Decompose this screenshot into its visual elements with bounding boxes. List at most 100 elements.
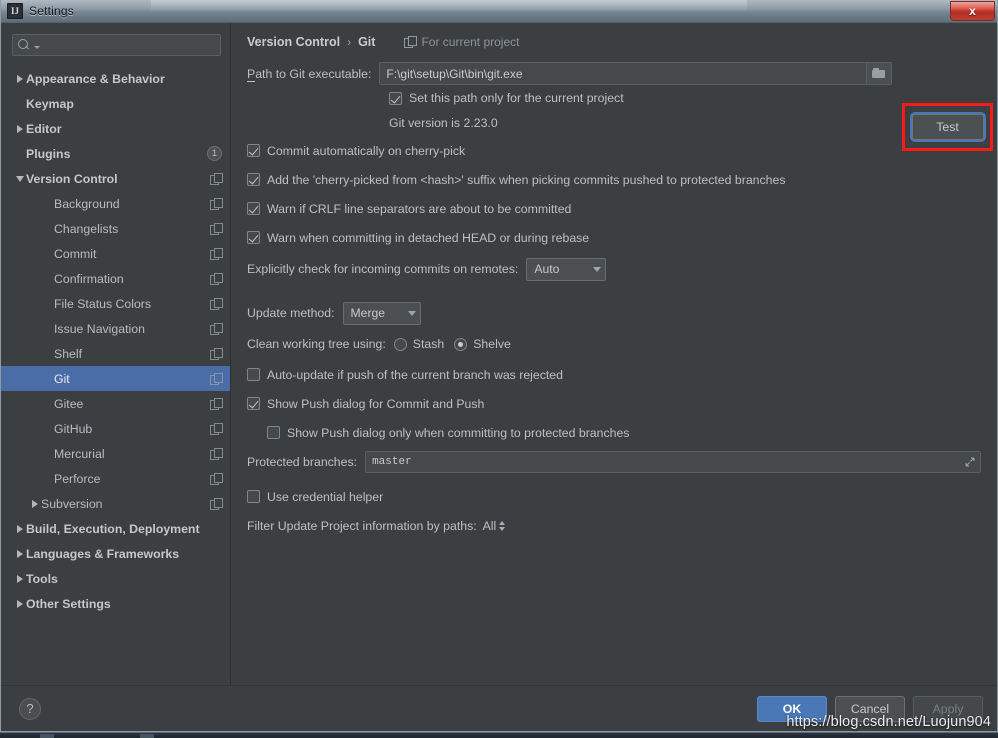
auto-update-row[interactable]: Auto-update if push of the current branc… — [239, 360, 981, 389]
sidebar-item-editor[interactable]: Editor — [1, 116, 230, 141]
project-scope-icon — [210, 447, 223, 460]
sidebar-item-label: Background — [54, 196, 120, 211]
close-icon[interactable]: x — [950, 1, 995, 21]
breadcrumb-parent[interactable]: Version Control — [247, 35, 340, 49]
sidebar-item-label: GitHub — [54, 421, 93, 436]
project-scope-icon — [210, 472, 223, 485]
cherry-picked-suffix-checkbox[interactable] — [247, 173, 260, 186]
expand-toggle[interactable] — [13, 524, 26, 533]
dialog-footer: ? OK Cancel Apply https://blog.csdn.net/… — [1, 685, 997, 731]
expand-toggle[interactable] — [28, 499, 41, 508]
protected-branches-row: Protected branches: master — [239, 447, 981, 477]
chevron-up-icon[interactable] — [499, 521, 506, 525]
sidebar-item-tools[interactable]: Tools — [1, 566, 230, 591]
sidebar-item-appearance-behavior[interactable]: Appearance & Behavior — [1, 66, 230, 91]
incoming-commits-select[interactable]: Auto — [526, 257, 607, 281]
sidebar-item-label: File Status Colors — [54, 296, 152, 311]
sidebar-item-keymap[interactable]: Keymap — [1, 91, 230, 116]
protected-branches-input[interactable]: master — [365, 451, 981, 473]
expand-toggle[interactable] — [13, 599, 26, 608]
sidebar-item-other-settings[interactable]: Other Settings — [1, 591, 230, 616]
collapse-toggle[interactable] — [13, 175, 26, 182]
window-titlebar: IJ Settings x — [1, 0, 997, 23]
chevron-down-icon — [407, 310, 416, 316]
clean-tree-option-shelve[interactable]: Shelve — [454, 337, 511, 351]
warn-crlf-label: Warn if CRLF line separators are about t… — [267, 201, 572, 216]
update-method-select[interactable]: Merge — [342, 301, 421, 325]
expand-toggle[interactable] — [13, 549, 26, 558]
sidebar-item-label: Appearance & Behavior — [26, 71, 165, 86]
credential-helper-checkbox[interactable] — [247, 490, 260, 503]
sidebar-item-github[interactable]: GitHub — [1, 416, 230, 441]
browse-folder-button[interactable] — [866, 62, 893, 85]
sidebar-item-background[interactable]: Background — [1, 191, 230, 216]
project-scope-icon — [210, 297, 223, 310]
auto-update-checkbox[interactable] — [247, 368, 260, 381]
credential-helper-row[interactable]: Use credential helper — [239, 482, 981, 511]
project-scope-icon — [210, 497, 223, 510]
test-button-annotation: Test — [902, 103, 993, 151]
sidebar-item-gitee[interactable]: Gitee — [1, 391, 230, 416]
sidebar-item-issue-navigation[interactable]: Issue Navigation — [1, 316, 230, 341]
sidebar-item-git[interactable]: Git — [1, 366, 230, 391]
chevron-down-icon[interactable] — [499, 527, 506, 531]
sidebar-item-file-status-colors[interactable]: File Status Colors — [1, 291, 230, 316]
settings-window: IJ Settings x Appearance & Behavior Keyma… — [0, 0, 998, 732]
search-input[interactable] — [40, 38, 216, 52]
search-box[interactable] — [12, 34, 221, 56]
expand-icon[interactable] — [965, 457, 975, 467]
commit-auto-cherry-pick-checkbox[interactable] — [247, 144, 260, 157]
git-settings-form: Path to Git executable: F:\git\setup\Git… — [231, 51, 997, 541]
expand-toggle[interactable] — [13, 574, 26, 583]
show-push-protected-checkbox[interactable] — [267, 426, 280, 439]
sidebar-item-subversion[interactable]: Subversion — [1, 491, 230, 516]
sidebar-item-label: Changelists — [54, 221, 119, 236]
shelve-radio[interactable] — [454, 337, 468, 351]
sidebar-item-perforce[interactable]: Perforce — [1, 466, 230, 491]
chevron-right-icon — [16, 599, 23, 608]
taskbar-sliver — [0, 732, 998, 738]
git-path-input[interactable]: F:\git\setup\Git\bin\git.exe — [379, 62, 867, 85]
protected-branches-value: master — [372, 456, 412, 468]
option-row-warn-detached-head[interactable]: Warn when committing in detached HEAD or… — [239, 223, 981, 252]
settings-tree: Appearance & Behavior Keymap Editor Plugins… — [1, 66, 230, 685]
sidebar-item-build-execution-deployment[interactable]: Build, Execution, Deployment — [1, 516, 230, 541]
sidebar-item-shelf[interactable]: Shelf — [1, 341, 230, 366]
path-row: Path to Git executable: F:\git\setup\Git… — [239, 61, 981, 86]
warn-crlf-checkbox[interactable] — [247, 202, 260, 215]
sidebar-item-label: Gitee — [54, 396, 84, 411]
sidebar-item-changelists[interactable]: Changelists — [1, 216, 230, 241]
option-row-commit-auto[interactable]: Commit automatically on cherry-pick — [239, 136, 981, 165]
sidebar-item-confirmation[interactable]: Confirmation — [1, 266, 230, 291]
folder-icon — [872, 68, 886, 79]
shelve-label: Shelve — [473, 337, 511, 351]
sidebar-item-plugins[interactable]: Plugins 1 — [1, 141, 230, 166]
scope-label: For current project — [421, 35, 520, 49]
option-row-warn-crlf[interactable]: Warn if CRLF line separators are about t… — [239, 194, 981, 223]
show-push-protected-row[interactable]: Show Push dialog only when committing to… — [239, 418, 981, 447]
copy-project-icon — [404, 36, 417, 48]
sidebar-item-mercurial[interactable]: Mercurial — [1, 441, 230, 466]
sidebar-item-commit[interactable]: Commit — [1, 241, 230, 266]
clean-tree-option-stash[interactable]: Stash — [393, 337, 444, 351]
set-path-only-row[interactable]: Set this path only for the current proje… — [239, 86, 981, 110]
incoming-commits-label: Explicitly check for incoming commits on… — [247, 262, 519, 276]
expand-toggle[interactable] — [13, 74, 26, 83]
set-path-only-checkbox[interactable] — [389, 91, 402, 105]
sidebar-item-version-control[interactable]: Version Control — [1, 166, 230, 191]
expand-toggle[interactable] — [13, 124, 26, 133]
show-push-dialog-checkbox[interactable] — [247, 397, 260, 410]
warn-detached-head-checkbox[interactable] — [247, 231, 260, 244]
watermark-url: https://blog.csdn.net/Luojun904 — [786, 714, 991, 730]
auto-update-label: Auto-update if push of the current branc… — [267, 367, 563, 382]
show-push-dialog-row[interactable]: Show Push dialog for Commit and Push — [239, 389, 981, 418]
help-icon[interactable]: ? — [19, 697, 41, 720]
clean-tree-label: Clean working tree using: — [247, 337, 386, 351]
breadcrumb: Version Control › Git For current projec… — [231, 23, 997, 51]
filter-paths-value: All — [482, 519, 497, 533]
test-button[interactable]: Test — [911, 114, 984, 140]
filter-paths-stepper[interactable]: All — [483, 519, 506, 533]
sidebar-item-languages-frameworks[interactable]: Languages & Frameworks — [1, 541, 230, 566]
option-row-cherry-picked-suffix[interactable]: Add the 'cherry-picked from <hash>' suff… — [239, 165, 981, 194]
stash-radio[interactable] — [393, 337, 407, 351]
